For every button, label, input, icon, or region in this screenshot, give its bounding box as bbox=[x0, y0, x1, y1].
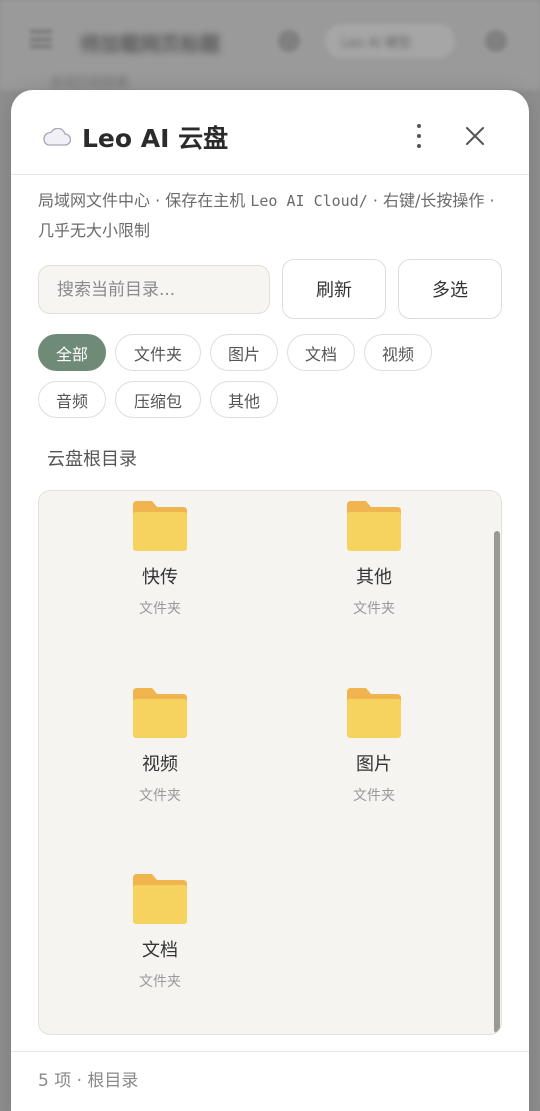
folder-icon bbox=[347, 688, 401, 738]
folder-icon bbox=[133, 874, 187, 924]
background-app-bar: 待加载网页标题 Leo AI 模型 会话已经就绪 bbox=[0, 0, 540, 91]
description-part-1: 局域网文件中心 · 保存在主机 bbox=[38, 191, 251, 210]
settings-icon bbox=[485, 30, 507, 52]
item-type: 文件夹 bbox=[139, 788, 181, 804]
filter-chip-other[interactable]: 其他 bbox=[210, 381, 278, 418]
item-type: 文件夹 bbox=[139, 601, 181, 617]
refresh-button[interactable]: 刷新 bbox=[282, 259, 386, 319]
multi-select-button[interactable]: 多选 bbox=[398, 259, 502, 319]
item-name: 图片 bbox=[356, 754, 392, 775]
modal-title: Leo AI 云盘 bbox=[82, 124, 229, 153]
folder-item-video[interactable]: 视频 文件夹 bbox=[85, 678, 235, 808]
item-name: 快传 bbox=[142, 567, 178, 588]
status-footer: 5 项 · 根目录 bbox=[38, 1071, 139, 1091]
folder-icon bbox=[133, 688, 187, 738]
item-type: 文件夹 bbox=[353, 601, 395, 617]
filter-chip-audio[interactable]: 音频 bbox=[38, 381, 106, 418]
file-grid: 快传 文件夹 其他 文件夹 视频 文件夹 图片 文件夹 文档 文件夹 bbox=[38, 490, 502, 1035]
cloud-icon bbox=[43, 128, 71, 146]
folder-icon bbox=[347, 501, 401, 551]
close-icon[interactable] bbox=[463, 124, 487, 148]
filter-chip-archive[interactable]: 压缩包 bbox=[115, 381, 201, 418]
background-model-pill: Leo AI 模型 bbox=[325, 24, 455, 58]
background-title: 待加载网页标题 bbox=[80, 32, 220, 56]
filter-chip-folder[interactable]: 文件夹 bbox=[115, 334, 201, 371]
item-name: 其他 bbox=[356, 567, 392, 588]
folder-icon bbox=[133, 501, 187, 551]
modal-header: Leo AI 云盘 bbox=[11, 90, 529, 175]
filter-chip-image[interactable]: 图片 bbox=[210, 334, 278, 371]
item-type: 文件夹 bbox=[139, 974, 181, 990]
search-input[interactable] bbox=[38, 265, 270, 314]
more-vertical-icon[interactable] bbox=[407, 122, 431, 150]
item-name: 文档 bbox=[142, 940, 178, 961]
item-name: 视频 bbox=[142, 754, 178, 775]
modal-description: 局域网文件中心 · 保存在主机 Leo AI Cloud/ · 右键/长按操作 … bbox=[38, 186, 508, 246]
folder-item-other[interactable]: 其他 文件夹 bbox=[299, 491, 449, 621]
background-subtitle: 会话已经就绪 bbox=[50, 76, 129, 91]
folder-item-document[interactable]: 文档 文件夹 bbox=[85, 864, 235, 994]
cloud-drive-modal: Leo AI 云盘 局域网文件中心 · 保存在主机 Leo AI Cloud/ … bbox=[11, 90, 529, 1111]
filter-chip-all[interactable]: 全部 bbox=[38, 334, 106, 371]
filter-chip-video[interactable]: 视频 bbox=[364, 334, 432, 371]
filter-chip-document[interactable]: 文档 bbox=[287, 334, 355, 371]
item-type: 文件夹 bbox=[353, 788, 395, 804]
background-model-pill-label: Leo AI 模型 bbox=[341, 36, 411, 51]
folder-item-image[interactable]: 图片 文件夹 bbox=[299, 678, 449, 808]
cloud-app-icon bbox=[278, 30, 300, 52]
description-path: Leo AI Cloud/ bbox=[250, 192, 368, 210]
footer-divider bbox=[11, 1051, 529, 1052]
menu-icon bbox=[30, 30, 52, 48]
folder-item-kuaichuan[interactable]: 快传 文件夹 bbox=[85, 491, 235, 621]
scrollbar[interactable] bbox=[494, 531, 500, 1033]
breadcrumb[interactable]: 云盘根目录 bbox=[47, 445, 137, 471]
